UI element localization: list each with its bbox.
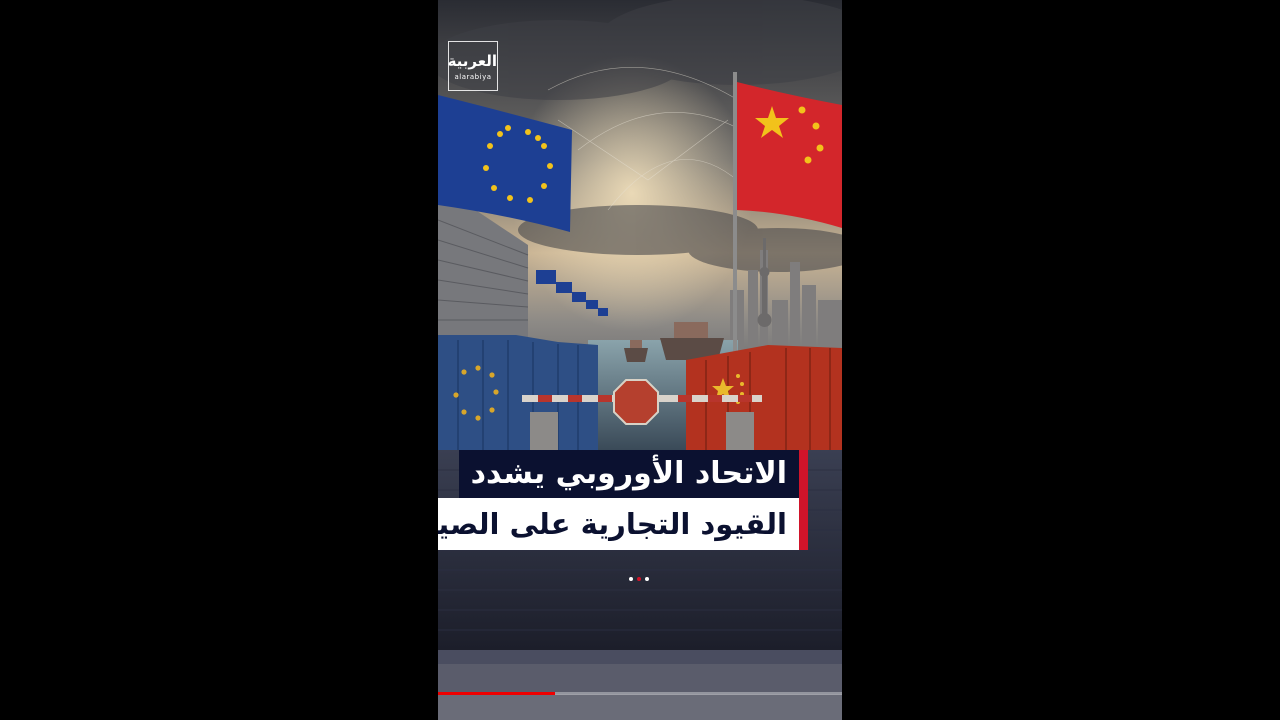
carousel-dot — [645, 577, 649, 581]
logo-latin-text: alarabiya — [454, 73, 492, 81]
carousel-dot — [629, 577, 633, 581]
headline-caption: الاتحاد الأوروبي يشدد القيود التجارية عل… — [438, 450, 808, 550]
video-progress-fill — [438, 692, 556, 695]
stop-sign-icon — [613, 379, 659, 425]
headline-line-2: القيود التجارية على الصين — [438, 498, 808, 550]
video-frame[interactable]: العربية alarabiya الاتحاد الأوروبي يشدد … — [438, 0, 842, 720]
carousel-dot-active — [637, 577, 641, 581]
headline-line-1: الاتحاد الأوروبي يشدد — [458, 450, 808, 498]
video-progress-bar[interactable] — [438, 692, 842, 695]
news-illustration — [438, 0, 842, 720]
carousel-indicator — [627, 566, 651, 581]
logo-arabic-text: العربية — [447, 52, 497, 70]
alarabiya-logo: العربية alarabiya — [448, 41, 498, 91]
